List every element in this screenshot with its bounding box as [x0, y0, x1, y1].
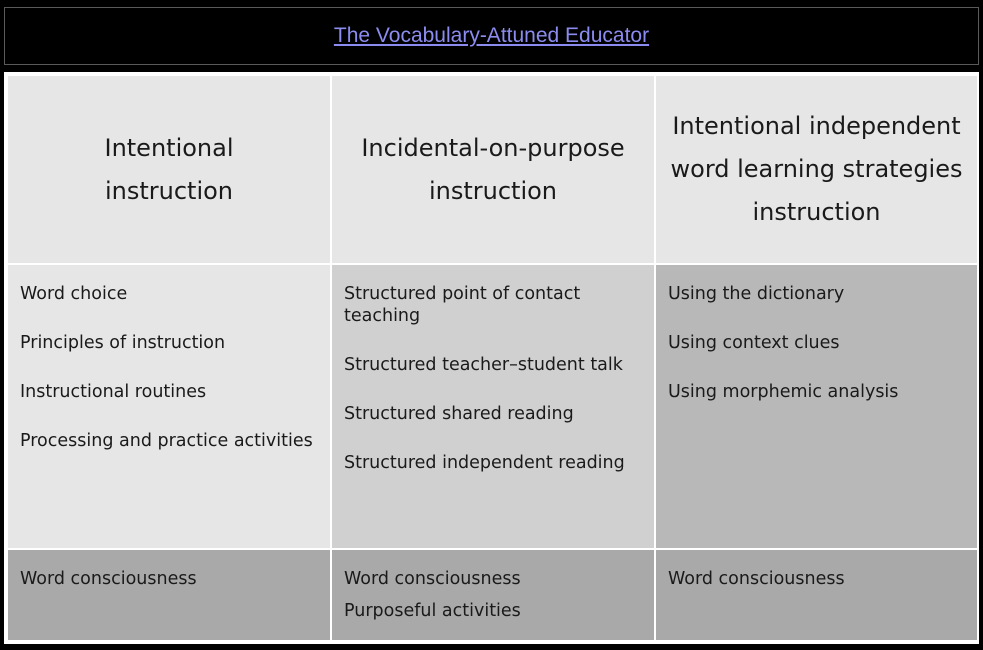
- list-item: Instructional routines: [20, 382, 207, 402]
- list-item: Structured point of contact teaching: [344, 284, 581, 326]
- items-intentional: Word choice Principles of instruction In…: [8, 265, 330, 548]
- list-item: Processing and practice activities: [20, 431, 313, 451]
- footer-intentional: Word consciousness: [8, 550, 330, 640]
- vocabulary-table: Intentional instruction Incidental-on-pu…: [8, 76, 977, 640]
- list-item: Using the dictionary: [668, 284, 845, 304]
- list-item: Using morphemic analysis: [668, 382, 899, 402]
- list-item: Word consciousness: [344, 569, 521, 589]
- heading-independent: Intentional independent word learning st…: [656, 76, 977, 263]
- heading-label: Intentional instruction: [104, 133, 234, 205]
- list-item: Structured teacher–student talk: [344, 355, 623, 375]
- list-item: Using context clues: [668, 333, 840, 353]
- list-item: Purposeful activities: [344, 601, 521, 621]
- items-independent: Using the dictionary Using context clues…: [656, 265, 977, 548]
- list-item: Structured shared reading: [344, 404, 574, 424]
- list-item: Word consciousness: [668, 569, 845, 589]
- items-incidental: Structured point of contact teaching Str…: [332, 265, 654, 548]
- list-item: Word choice: [20, 284, 128, 304]
- list-item: Structured independent reading: [344, 453, 625, 473]
- footer-independent: Word consciousness: [656, 550, 977, 640]
- list-item: Principles of instruction: [20, 333, 226, 353]
- page-title-link[interactable]: The Vocabulary-Attuned Educator: [334, 24, 649, 48]
- vocabulary-figure: Intentional instruction Incidental-on-pu…: [4, 72, 979, 644]
- heading-incidental: Incidental-on-purpose instruction: [332, 76, 654, 263]
- footer-incidental: Word consciousness Purposeful activities: [332, 550, 654, 640]
- header-bar: The Vocabulary-Attuned Educator: [4, 7, 979, 65]
- heading-label: Incidental-on-purpose instruction: [361, 133, 625, 205]
- list-item: Word consciousness: [20, 569, 197, 589]
- heading-label: Intentional independent word learning st…: [670, 112, 963, 226]
- heading-intentional: Intentional instruction: [8, 76, 330, 263]
